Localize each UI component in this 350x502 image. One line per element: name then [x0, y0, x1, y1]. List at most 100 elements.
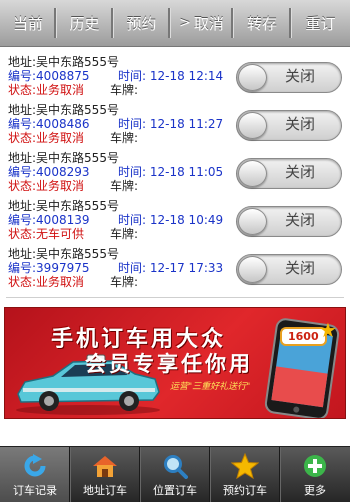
address-label: 地址: — [8, 247, 37, 261]
number-label: 编号: — [8, 165, 37, 179]
time-value: 12-18 10:49 — [149, 213, 224, 227]
time-value: 12-18 11:27 — [149, 117, 224, 131]
number-value: 4008486 — [36, 117, 90, 131]
number-value: 4008875 — [36, 69, 90, 83]
status-label: 状态: — [8, 179, 37, 193]
address-label: 地址: — [8, 103, 37, 117]
close-toggle[interactable]: 关闭 — [236, 206, 342, 237]
time-label: 时间: — [118, 165, 147, 179]
address-value: 吴中东路555号 — [36, 247, 119, 261]
order-row: 地址: 吴中东路555号 编号:4008139 时间: 12-18 10:49 状态… — [0, 199, 350, 247]
tab-label: 预约 — [126, 14, 157, 33]
order-row: 地址: 吴中东路555号 编号:4008486 时间: 12-18 11:27 状态… — [0, 103, 350, 151]
plate-label: 车牌: — [110, 275, 139, 289]
nav-order-history[interactable]: 订车记录 — [0, 447, 70, 502]
address-value: 吴中东路555号 — [36, 55, 119, 69]
status-label: 状态: — [8, 227, 37, 241]
status-label: 状态: — [8, 83, 37, 97]
tab-label: 当前 — [12, 14, 43, 33]
tab-current[interactable]: 当前 — [0, 0, 56, 46]
toggle-label: 关闭 — [285, 163, 316, 181]
nav-label: 订车记录 — [13, 484, 57, 497]
plate-label: 车牌: — [110, 83, 139, 97]
toggle-knob[interactable] — [238, 208, 267, 235]
time-value: 12-18 11:05 — [149, 165, 224, 179]
toggle-label: 关闭 — [285, 115, 316, 133]
plate-label: 车牌: — [110, 131, 139, 145]
address-label: 地址: — [8, 55, 37, 69]
status-label: 状态: — [8, 131, 37, 145]
plus-icon — [301, 453, 329, 479]
time-value: 12-17 17:33 — [149, 261, 224, 275]
nav-more[interactable]: 更多 — [280, 447, 350, 502]
number-label: 编号: — [8, 117, 37, 131]
toggle-label: 关闭 — [285, 211, 316, 229]
order-row: 地址: 吴中东路555号 编号:4008875 时间: 12-18 12:14 状态… — [0, 55, 350, 103]
chevron-right-icon: > — [179, 15, 191, 31]
number-label: 编号: — [8, 213, 37, 227]
toggle-knob[interactable] — [238, 112, 267, 139]
top-tab-bar: 当前 历史 预约 > 取消 转存 重订 — [0, 0, 350, 47]
banner-subtitle: 会员专享任你用 — [85, 352, 253, 376]
toggle-knob[interactable] — [238, 64, 267, 91]
tab-transfer[interactable]: 转存 — [233, 0, 291, 46]
star-icon — [231, 453, 259, 479]
toggle-label: 关闭 — [285, 259, 316, 277]
plate-label: 车牌: — [110, 179, 139, 193]
address-label: 地址: — [8, 199, 37, 213]
time-label: 时间: — [118, 117, 147, 131]
plate-label: 车牌: — [110, 227, 139, 241]
close-toggle[interactable]: 关闭 — [236, 110, 342, 141]
close-toggle[interactable]: 关闭 — [236, 254, 342, 285]
tab-label: 取消 — [193, 14, 224, 33]
tab-label: 重订 — [305, 14, 336, 33]
address-value: 吴中东路555号 — [36, 103, 119, 117]
tab-history[interactable]: 历史 — [56, 0, 113, 46]
number-value: 3997975 — [36, 261, 90, 275]
app: 当前 历史 预约 > 取消 转存 重订 地址: 吴中东路555号 编号:400887… — [0, 0, 350, 502]
nav-location-order[interactable]: 位置订车 — [140, 447, 210, 502]
tab-reservation[interactable]: 预约 — [113, 0, 170, 46]
address-label: 地址: — [8, 151, 37, 165]
address-value: 吴中东路555号 — [36, 199, 119, 213]
tab-label: 转存 — [246, 14, 277, 33]
status-label: 状态: — [8, 275, 37, 289]
nav-label: 预约订车 — [223, 484, 267, 497]
banner-slogan: 运营"三重好礼送行" — [170, 382, 251, 392]
tab-cancel[interactable]: > 取消 — [170, 0, 233, 46]
order-list: 地址: 吴中东路555号 编号:4008875 时间: 12-18 12:14 状态… — [0, 55, 350, 295]
home-icon — [91, 453, 119, 479]
tab-reorder[interactable]: 重订 — [291, 0, 350, 46]
status-value: 业务取消 — [36, 83, 85, 97]
number-value: 4008293 — [36, 165, 90, 179]
star-icon: ★ — [319, 318, 337, 342]
nav-label: 地址订车 — [83, 484, 127, 497]
number-label: 编号: — [8, 69, 37, 83]
time-label: 时间: — [118, 213, 147, 227]
promo-banner[interactable]: 手机订车用大众 会员专享任你用 运营"三重好礼送行" 1600 ★ — [4, 307, 346, 419]
time-value: 12-18 12:14 — [149, 69, 224, 83]
time-label: 时间: — [118, 261, 147, 275]
status-value: 无车可供 — [36, 227, 85, 241]
nav-address-order[interactable]: 地址订车 — [70, 447, 140, 502]
number-value: 4008139 — [36, 213, 90, 227]
bottom-nav: 订车记录 地址订车 位置订车 预约订车 更多 — [0, 446, 350, 502]
address-value: 吴中东路555号 — [36, 151, 119, 165]
divider — [6, 297, 344, 298]
order-row: 地址: 吴中东路555号 编号:3997975 时间: 12-17 17:33 状态… — [0, 247, 350, 295]
tab-label: 历史 — [69, 14, 100, 33]
nav-reserve-order[interactable]: 预约订车 — [210, 447, 280, 502]
toggle-knob[interactable] — [238, 256, 267, 283]
close-toggle[interactable]: 关闭 — [236, 62, 342, 93]
search-icon — [161, 453, 189, 479]
refresh-icon — [21, 453, 49, 479]
time-label: 时间: — [118, 69, 147, 83]
close-toggle[interactable]: 关闭 — [236, 158, 342, 189]
status-value: 业务取消 — [36, 179, 85, 193]
nav-label: 位置订车 — [153, 484, 197, 497]
status-value: 业务取消 — [36, 275, 85, 289]
toggle-knob[interactable] — [238, 160, 267, 187]
toggle-label: 关闭 — [285, 67, 316, 85]
nav-label: 更多 — [304, 484, 326, 497]
order-row: 地址: 吴中东路555号 编号:4008293 时间: 12-18 11:05 状态… — [0, 151, 350, 199]
